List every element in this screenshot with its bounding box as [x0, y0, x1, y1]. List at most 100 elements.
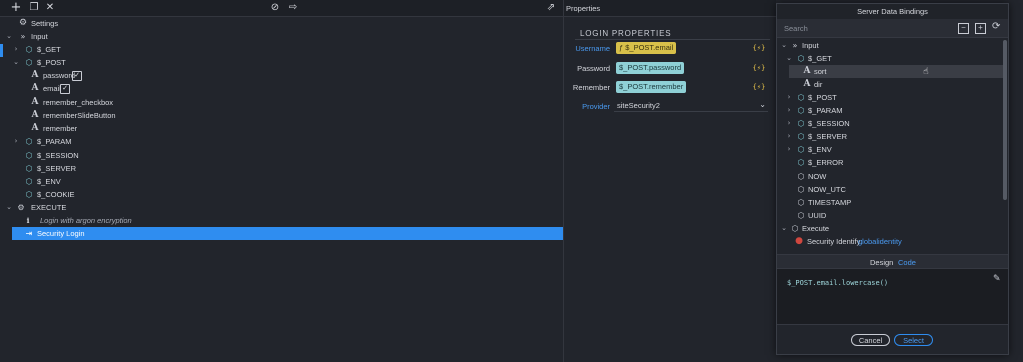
share-icon[interactable]: ⇗ — [545, 2, 557, 14]
chevron-down-icon[interactable]: ⌄ — [5, 201, 13, 214]
binding-item-security-identify[interactable]: ● Security Identify: globalidentity — [777, 235, 1002, 248]
tree-item-label: $_ENV — [37, 177, 61, 186]
chevron-right-icon[interactable]: › — [785, 130, 793, 143]
user-icon: ● — [795, 236, 803, 246]
search-input[interactable]: Search — [784, 24, 808, 33]
chevron-right-icon[interactable]: › — [12, 43, 20, 56]
chevron-down-icon[interactable]: ⌄ — [12, 56, 20, 69]
cube-icon: ⬡ — [25, 137, 33, 146]
binding-item-error[interactable]: ⬡ $_ERROR — [777, 156, 1002, 169]
dynamic-data-icon[interactable]: {⚡} — [752, 63, 766, 73]
chevron-down-icon[interactable]: ⌄ — [785, 52, 793, 65]
tree-item-env[interactable]: ⬡ $_ENV — [0, 175, 560, 188]
tree-item-label: NOW — [808, 172, 827, 181]
chevron-right-icon[interactable]: › — [785, 91, 793, 104]
required-checkbox[interactable]: ✓ — [60, 84, 70, 94]
section-divider — [575, 39, 770, 40]
magic-wand-icon[interactable]: ✎ — [993, 274, 1001, 284]
binding-item-env[interactable]: › ⬡ $_ENV — [777, 143, 1002, 156]
tree-item-server[interactable]: ⬡ $_SERVER — [0, 162, 560, 175]
dynamic-data-icon[interactable]: {⚡} — [752, 43, 766, 53]
tab-code[interactable]: Code — [898, 258, 916, 267]
dynamic-data-icon[interactable]: {⚡} — [752, 82, 766, 92]
tree-item-session[interactable]: ⬡ $_SESSION — [0, 149, 560, 162]
cube-icon: ⬡ — [25, 190, 33, 199]
username-binding-chip[interactable]: ƒ $_POST.email — [616, 42, 677, 54]
chevron-right-icon[interactable]: › — [785, 104, 793, 117]
export-icon[interactable]: ⇨ — [287, 2, 299, 14]
text-field-icon: A — [31, 123, 39, 133]
disable-icon[interactable]: ⊘ — [269, 2, 281, 14]
expand-all-icon[interactable]: + — [975, 23, 986, 34]
tree-item-remember[interactable]: A remember — [0, 122, 560, 135]
tree-item-remember-checkbox[interactable]: A remember_checkbox — [0, 96, 560, 109]
username-label: Username — [575, 44, 610, 53]
tree-item-settings[interactable]: ⚙ Settings — [0, 17, 560, 30]
login-icon: ⇥ — [25, 229, 33, 238]
chevron-right-icon[interactable]: › — [785, 117, 793, 130]
tree-item-label: Login with argon encryption — [40, 216, 132, 225]
gear-icon: ⚙ — [18, 18, 28, 28]
binding-item-server[interactable]: › ⬡ $_SERVER — [777, 130, 1002, 143]
binding-item-dir[interactable]: A dir — [777, 78, 1002, 91]
code-expression: $_POST.email.lowercase() — [787, 279, 889, 287]
tree-item-security-login[interactable]: ⇥ Security Login — [12, 227, 563, 240]
binding-item-input[interactable]: ⌄ » Input — [777, 39, 1002, 52]
chevron-right-icon[interactable]: › — [12, 135, 20, 148]
scrollbar[interactable] — [1003, 40, 1007, 200]
provider-select[interactable]: siteSecurity2 ⌄ — [614, 99, 768, 112]
binding-item-param[interactable]: › ⬡ $_PARAM — [777, 104, 1002, 117]
chevron-down-icon[interactable]: ⌄ — [780, 39, 788, 52]
chevron-right-icon[interactable]: › — [785, 143, 793, 156]
password-binding-chip[interactable]: $_POST.password — [616, 62, 685, 74]
chevron-down-icon[interactable]: ⌄ — [5, 30, 13, 43]
cube-icon: ⬡ — [25, 58, 33, 67]
tree-item-label: $_POST — [37, 58, 66, 67]
close-icon[interactable]: ✕ — [44, 2, 56, 14]
remember-label: Remember — [572, 83, 610, 92]
tree-item-label: Input — [802, 41, 819, 50]
tree-item-comment[interactable]: i Login with argon encryption — [0, 214, 560, 227]
tree-item-input[interactable]: ⌄ » Input — [0, 30, 560, 43]
code-editor[interactable]: $_POST.email.lowercase() ✎ — [777, 269, 1008, 324]
plus-icon[interactable]: + — [10, 1, 22, 14]
cube-icon: ⬡ — [797, 93, 805, 102]
text-field-icon: A — [803, 79, 811, 89]
binding-item-uuid[interactable]: ⬡ UUID — [777, 209, 1002, 222]
required-checkbox[interactable]: ✓ — [72, 71, 82, 81]
tree-item-label: Security Login — [37, 229, 85, 238]
binding-item-get[interactable]: ⌄ ⬡ $_GET — [777, 52, 1002, 65]
cube-icon: ⬡ — [797, 54, 805, 63]
tree-item-email[interactable]: A email ✓ — [0, 82, 560, 95]
copy-icon[interactable]: ❐ — [28, 2, 40, 14]
execute-icon: ⚙ — [17, 203, 25, 212]
select-button[interactable]: Select — [894, 334, 933, 346]
cube-outline-icon: ⬡ — [797, 185, 805, 194]
binding-item-execute[interactable]: ⌄ ⬡ Execute — [777, 222, 1002, 235]
binding-item-now[interactable]: ⬡ NOW — [777, 170, 1002, 183]
tree-item-param[interactable]: › ⬡ $_PARAM — [0, 135, 560, 148]
text-field-icon: A — [31, 70, 39, 80]
tree-item-cookie[interactable]: ⬡ $_COOKIE — [0, 188, 560, 201]
input-icon: » — [792, 41, 798, 50]
tree-item-post[interactable]: ⌄ ⬡ $_POST — [0, 56, 560, 69]
refresh-icon[interactable]: ⟳ — [992, 21, 1000, 32]
binding-item-now-utc[interactable]: ⬡ NOW_UTC — [777, 183, 1002, 196]
cancel-button[interactable]: Cancel — [851, 334, 890, 346]
tree-item-password[interactable]: A password ✓ — [0, 69, 560, 82]
binding-item-post[interactable]: › ⬡ $_POST — [777, 91, 1002, 104]
chevron-down-icon[interactable]: ⌄ — [780, 222, 788, 235]
tree-item-execute[interactable]: ⌄ ⚙ EXECUTE — [0, 201, 560, 214]
tree-item-remember-slide-button[interactable]: A rememberSlideButton — [0, 109, 560, 122]
editor-tabs: Design Code — [777, 254, 1008, 269]
binding-item-session[interactable]: › ⬡ $_SESSION — [777, 117, 1002, 130]
binding-item-timestamp[interactable]: ⬡ TIMESTAMP — [777, 196, 1002, 209]
binding-item-sort[interactable]: A sort ☝ — [777, 65, 1002, 78]
remember-binding-chip[interactable]: $_POST.remember — [616, 81, 687, 93]
cube-icon: ⬡ — [797, 145, 805, 154]
tree-item-get[interactable]: › ⬡ $_GET — [0, 43, 560, 56]
collapse-all-icon[interactable]: − — [958, 23, 969, 34]
cube-icon: ⬡ — [797, 106, 805, 115]
tree-item-label: $_SERVER — [37, 164, 77, 173]
tab-design[interactable]: Design — [870, 258, 893, 267]
